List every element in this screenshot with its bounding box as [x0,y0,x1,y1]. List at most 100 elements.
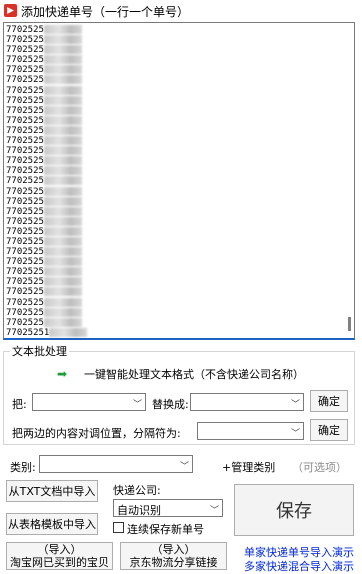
arrow-right-icon: ➡ [57,367,68,381]
taobao-button-line2: 淘宝网已买到的宝贝 [10,556,109,569]
tracking-number-line: 77025251 [6,327,88,338]
tracking-number-prefix: 7702525 [6,55,44,66]
tracking-number-lines: 7702525 7702525 7702525 7702525 7702525 77025… [6,25,88,338]
redacted-digits [43,186,82,196]
replace-to-combo[interactable]: ﹀ [190,393,304,411]
tracking-number-prefix: 7702525 [6,267,44,278]
import-taobao-button[interactable]: （导入） 淘宝网已买到的宝贝 [6,542,113,570]
courier-combo[interactable]: 自动识别 ﹀ [113,499,223,517]
import-jd-button[interactable]: （导入） 京东物流分享链接 [120,542,227,570]
continuous-save-checkbox[interactable] [113,522,124,533]
category-combo[interactable]: ﹀ [39,455,193,473]
tracking-number-prefix: 7702525 [6,297,44,308]
scroll-thumb[interactable] [348,317,351,331]
jd-button-line2: 京东物流分享链接 [129,556,218,569]
tracking-number-line: 7702525 [6,287,87,297]
tracking-number-line: 7702525 [6,257,87,267]
redacted-digits [43,226,82,236]
separator-combo[interactable]: ﹀ [197,422,304,440]
tracking-number-prefix: 7702525 [6,176,44,187]
tracking-number-prefix: 7702525 [6,85,44,96]
group-legend: 文本批处理 [10,343,69,359]
app-icon [4,4,17,17]
multi-courier-demo-link[interactable]: 多家快递混合导入演示 [244,558,354,574]
tracking-number-textarea[interactable]: 7702525 7702525 7702525 7702525 7702525 77025… [3,22,355,340]
redacted-digits [43,125,82,135]
jd-button-line1: （导入） [151,543,196,556]
tracking-number-prefix: 7702525 [6,206,44,217]
import-txt-button[interactable]: 从TXT文档中导入 [6,480,98,502]
tracking-number-prefix: 7702525 [6,136,44,147]
redacted-digits [43,307,82,317]
tracking-number-prefix: 7702525 [6,277,44,288]
redacted-digits [43,35,82,45]
redacted-digits [43,136,82,146]
tracking-number-prefix: 7702525 [6,307,44,318]
tracking-number-prefix: 7702525 [6,65,44,76]
tracking-number-prefix: 7702525 [6,287,44,298]
tracking-number-line: 7702525 [6,226,87,237]
chevron-down-icon: ﹀ [290,400,300,410]
tracking-number-line: 7702525 [6,55,87,65]
tracking-number-line: 7702525 [6,307,87,318]
tracking-number-line: 7702525 [6,125,87,136]
chevron-down-icon: ﹀ [209,506,219,516]
replace-to-label: 替换成: [152,398,189,411]
manage-category-link[interactable]: +管理类别 [222,459,275,475]
tracking-number-line: 7702525 [6,75,87,85]
tracking-number-prefix: 7702525 [6,257,44,268]
import-excel-button[interactable]: 从表格模板中导入 [6,513,98,535]
tracking-number-line: 7702525 [6,206,87,217]
courier-label: 快递公司: [113,484,161,497]
tracking-number-prefix: 7702525 [6,25,44,35]
redacted-digits [43,257,82,267]
tracking-number-prefix: 7702525 [6,226,44,237]
redacted-digits [43,65,82,75]
tracking-number-prefix: 7702525 [6,216,44,227]
courier-selected: 自动识别 [117,504,161,517]
redacted-digits [43,287,82,297]
tracking-number-line: 7702525 [6,105,87,116]
tracking-number-prefix: 77025251 [6,327,50,338]
tracking-number-line: 7702525 [6,236,87,247]
tracking-number-line: 7702525 [6,156,87,166]
tracking-number-line: 7702525 [6,186,87,197]
redacted-digits [43,206,82,216]
tracking-number-prefix: 7702525 [6,115,44,126]
smart-format-button[interactable]: 一键智能处理文本格式（不含快递公司名称） [84,366,304,382]
save-button[interactable]: 保存 [234,484,354,536]
tracking-number-line: 7702525 [6,115,87,126]
redacted-digits [43,85,82,95]
tracking-number-line: 7702525 [6,277,87,287]
redacted-digits [43,247,82,257]
window-title: 添加快递单号（一行一个单号） [21,5,190,19]
redacted-digits [43,317,82,327]
redacted-digits [43,75,82,85]
scrollbar[interactable] [347,27,351,335]
tracking-number-line: 7702525 [6,35,87,45]
tracking-number-line: 7702525 [6,45,87,55]
tracking-number-line: 7702525 [6,317,87,328]
tracking-number-prefix: 7702525 [6,166,44,177]
redacted-digits [43,277,82,287]
tracking-number-line: 7702525 [6,146,87,156]
title-bar: 添加快递单号（一行一个单号） [0,0,362,22]
optional-hint: （可选项） [292,461,347,474]
redacted-digits [43,236,82,246]
replace-from-combo[interactable]: ﹀ [32,393,146,411]
redacted-digits [43,105,82,115]
confirm-swap-button[interactable]: 确定 [310,419,348,441]
redacted-digits [43,196,82,206]
confirm-replace-button[interactable]: 确定 [310,390,348,412]
chevron-down-icon: ﹀ [179,462,189,472]
redacted-digits [49,327,88,337]
tracking-number-line: 7702525 [6,176,87,186]
redacted-digits [43,267,82,277]
redacted-digits [43,176,82,186]
category-label: 类别: [10,461,36,474]
tracking-number-prefix: 7702525 [6,317,44,328]
tracking-number-prefix: 7702525 [6,236,44,247]
redacted-digits [43,297,82,307]
tracking-number-line: 7702525 [6,65,87,75]
tracking-number-line: 7702525 [6,25,87,35]
